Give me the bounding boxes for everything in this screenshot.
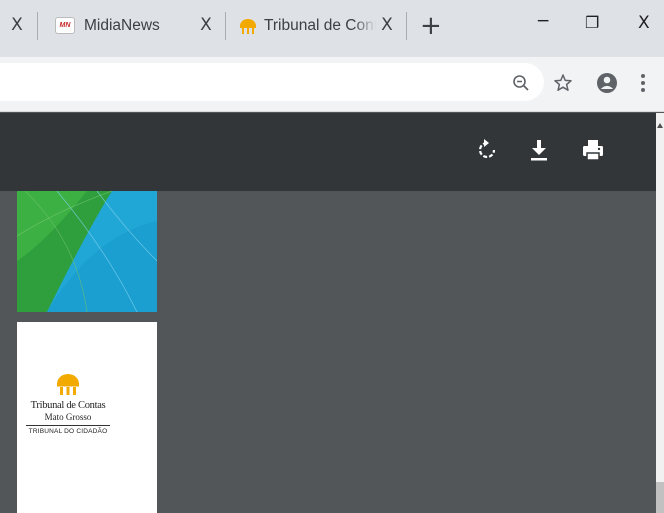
new-tab-button[interactable]: + [420,13,442,39]
zoom-out-icon[interactable] [512,74,530,92]
rotate-icon[interactable] [474,136,500,164]
browser-window: X MN MidiaNews X Tribunal de Contas X + … [0,0,664,513]
tab-close-button[interactable]: X [378,16,396,34]
tce-emblem-icon [57,374,79,395]
tce-logo: Tribunal de Contas Mato Grosso TRIBUNAL … [20,373,116,436]
tab-title: MidiaNews [84,17,160,34]
pdf-toolbar [0,113,656,191]
vertical-scrollbar[interactable] [656,113,664,513]
tab-separator [37,12,38,40]
minimize-button[interactable]: − [536,11,550,31]
scrollbar-thumb[interactable] [656,482,664,513]
account-icon[interactable] [596,72,618,94]
tab-close-button[interactable]: X [197,16,215,34]
browser-toolbar [0,57,664,112]
document-cover-graphic [17,191,157,312]
logo-subtitle: Mato Grosso [44,412,92,422]
tab-separator [225,12,226,40]
logo-tagline: TRIBUNAL DO CIDADÃO [28,428,108,435]
midianews-favicon-icon: MN [55,17,75,34]
more-icon[interactable] [640,73,646,93]
tab-title: Tribunal de Contas [264,17,376,34]
logo-title: Tribunal de Contas [30,400,106,411]
star-icon[interactable] [553,73,573,93]
print-icon[interactable] [580,136,606,164]
logo-divider [26,425,110,426]
download-icon[interactable] [526,136,552,164]
tab-close-button[interactable]: X [8,16,26,34]
address-bar[interactable] [0,63,544,101]
tce-building-icon [240,19,256,34]
tab-strip: X MN MidiaNews X Tribunal de Contas X + … [0,0,664,57]
tab-separator [406,12,407,40]
restore-button[interactable]: ❐ [585,13,599,32]
close-window-button[interactable]: X [638,13,650,33]
scroll-up-arrow-icon[interactable] [657,123,663,128]
